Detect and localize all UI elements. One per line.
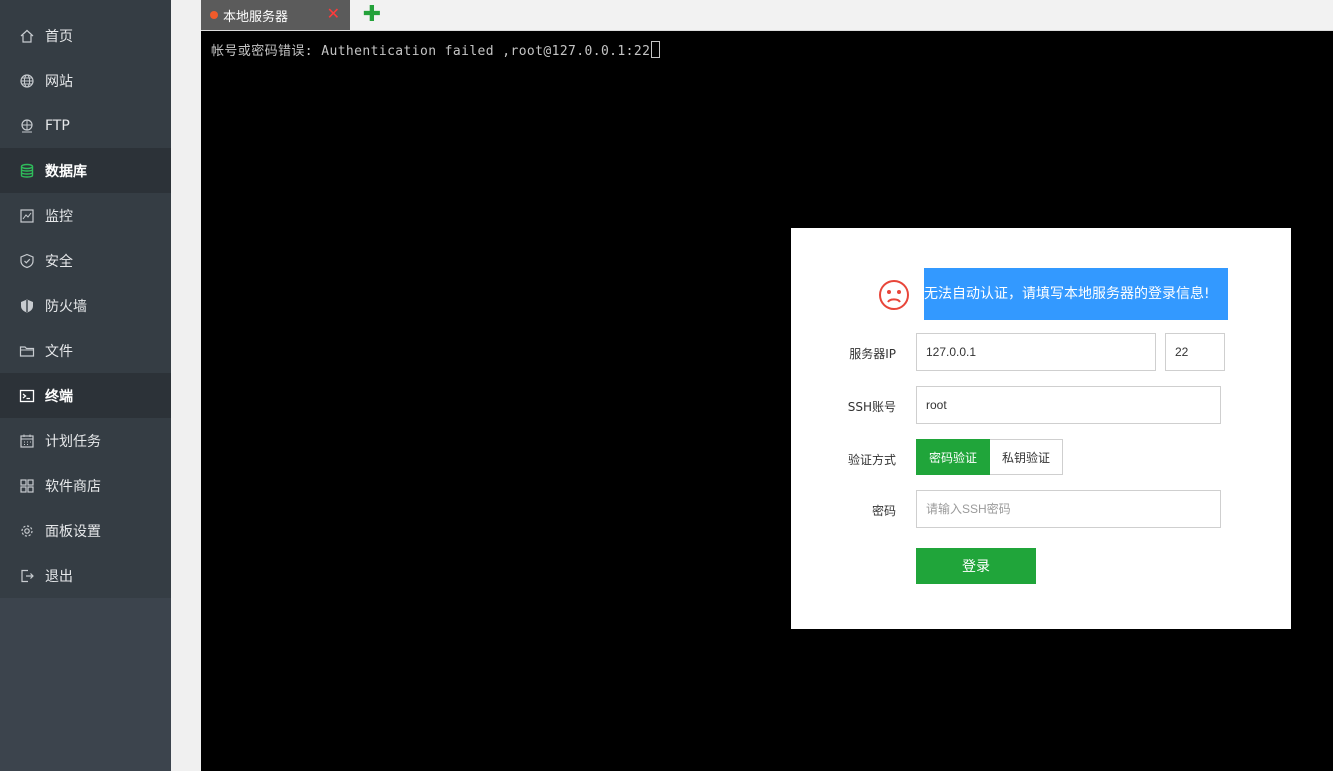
auth-method-label: 验证方式	[847, 453, 896, 467]
ssh-account-input[interactable]	[916, 386, 1221, 424]
ftp-icon	[19, 118, 35, 134]
add-tab-icon[interactable]: ✚	[361, 2, 383, 28]
logout-icon	[19, 568, 35, 584]
password-auth-option[interactable]: 密码验证	[916, 439, 991, 475]
sidebar-item-ftp[interactable]: FTP	[0, 103, 171, 148]
terminal-icon	[19, 388, 35, 404]
server-ip-input[interactable]	[916, 333, 1156, 371]
folder-icon	[19, 343, 35, 359]
calendar-icon	[19, 433, 35, 449]
server-ip-label: 服务器IP	[849, 347, 896, 361]
sidebar-item-database[interactable]: 数据库	[0, 148, 171, 193]
sidebar-item-firewall[interactable]: 防火墙	[0, 283, 171, 328]
sidebar-item-label: 安全	[45, 253, 73, 270]
login-button[interactable]: 登录	[916, 548, 1036, 584]
sidebar-item-cron[interactable]: 计划任务	[0, 418, 171, 463]
password-input[interactable]	[916, 490, 1221, 528]
sidebar-item-home[interactable]: 首页	[0, 13, 171, 58]
close-icon[interactable]: ✕	[327, 4, 340, 24]
sidebar-menu: 首页 网站 FTP 数据库 监控 安全 防火墙 文件 终端 计划任务 软件商店 …	[0, 13, 171, 598]
ssh-account-label: SSH账号	[847, 400, 896, 414]
sidebar-item-label: 终端	[45, 388, 73, 405]
monitor-icon	[19, 208, 35, 224]
sidebar-item-terminal[interactable]: 终端	[0, 373, 171, 418]
sidebar-item-website[interactable]: 网站	[0, 58, 171, 103]
terminal-output: 帐号或密码错误: Authentication failed ,root@127…	[211, 44, 651, 59]
sidebar-item-security[interactable]: 安全	[0, 238, 171, 283]
sidebar-item-label: 软件商店	[45, 478, 101, 495]
key-auth-option[interactable]: 私钥验证	[990, 439, 1064, 475]
sidebar-item-logout[interactable]: 退出	[0, 553, 171, 598]
sad-face-icon	[879, 280, 909, 310]
sidebar-item-label: 网站	[45, 73, 73, 90]
sidebar-item-label: 文件	[45, 343, 73, 360]
sidebar-item-settings[interactable]: 面板设置	[0, 508, 171, 553]
sidebar-item-files[interactable]: 文件	[0, 328, 171, 373]
content-gutter	[171, 0, 201, 771]
sidebar-item-label: 退出	[45, 568, 73, 585]
sidebar: 首页 网站 FTP 数据库 监控 安全 防火墙 文件 终端 计划任务 软件商店 …	[0, 0, 171, 771]
sidebar-item-label: 面板设置	[45, 523, 101, 540]
sidebar-item-label: 数据库	[45, 163, 87, 180]
sidebar-item-label: 计划任务	[45, 433, 101, 450]
terminal-line: 帐号或密码错误: Authentication failed ,root@127…	[211, 40, 661, 59]
sidebar-item-label: 监控	[45, 208, 73, 225]
tab-label: 本地服务器	[223, 9, 289, 25]
gear-icon	[19, 523, 35, 539]
terminal-tab-bar: 本地服务器 ✕ ✚	[201, 0, 1333, 31]
shield-icon	[19, 253, 35, 269]
firewall-icon	[19, 298, 35, 314]
sidebar-item-monitor[interactable]: 监控	[0, 193, 171, 238]
sidebar-item-label: FTP	[45, 117, 70, 134]
terminal-cursor	[651, 41, 661, 58]
sidebar-item-label: 防火墙	[45, 298, 87, 315]
home-icon	[19, 28, 35, 44]
globe-icon	[19, 73, 35, 89]
port-input[interactable]	[1165, 333, 1225, 371]
login-dialog: 无法自动认证，请填写本地服务器的登录信息! 服务器IP SSH账号 验证方式 密…	[791, 228, 1291, 629]
auth-error-message: 无法自动认证，请填写本地服务器的登录信息!	[924, 268, 1228, 320]
grid-icon	[19, 478, 35, 494]
sidebar-item-label: 首页	[45, 28, 73, 45]
sidebar-top-strip	[0, 0, 171, 14]
database-icon	[19, 163, 35, 179]
password-label: 密码	[871, 504, 896, 518]
auth-method-toggle: 密码验证 私钥验证	[916, 439, 1064, 475]
tab-local-server[interactable]: 本地服务器 ✕	[201, 0, 350, 30]
sidebar-item-store[interactable]: 软件商店	[0, 463, 171, 508]
status-dot-icon	[210, 11, 218, 19]
